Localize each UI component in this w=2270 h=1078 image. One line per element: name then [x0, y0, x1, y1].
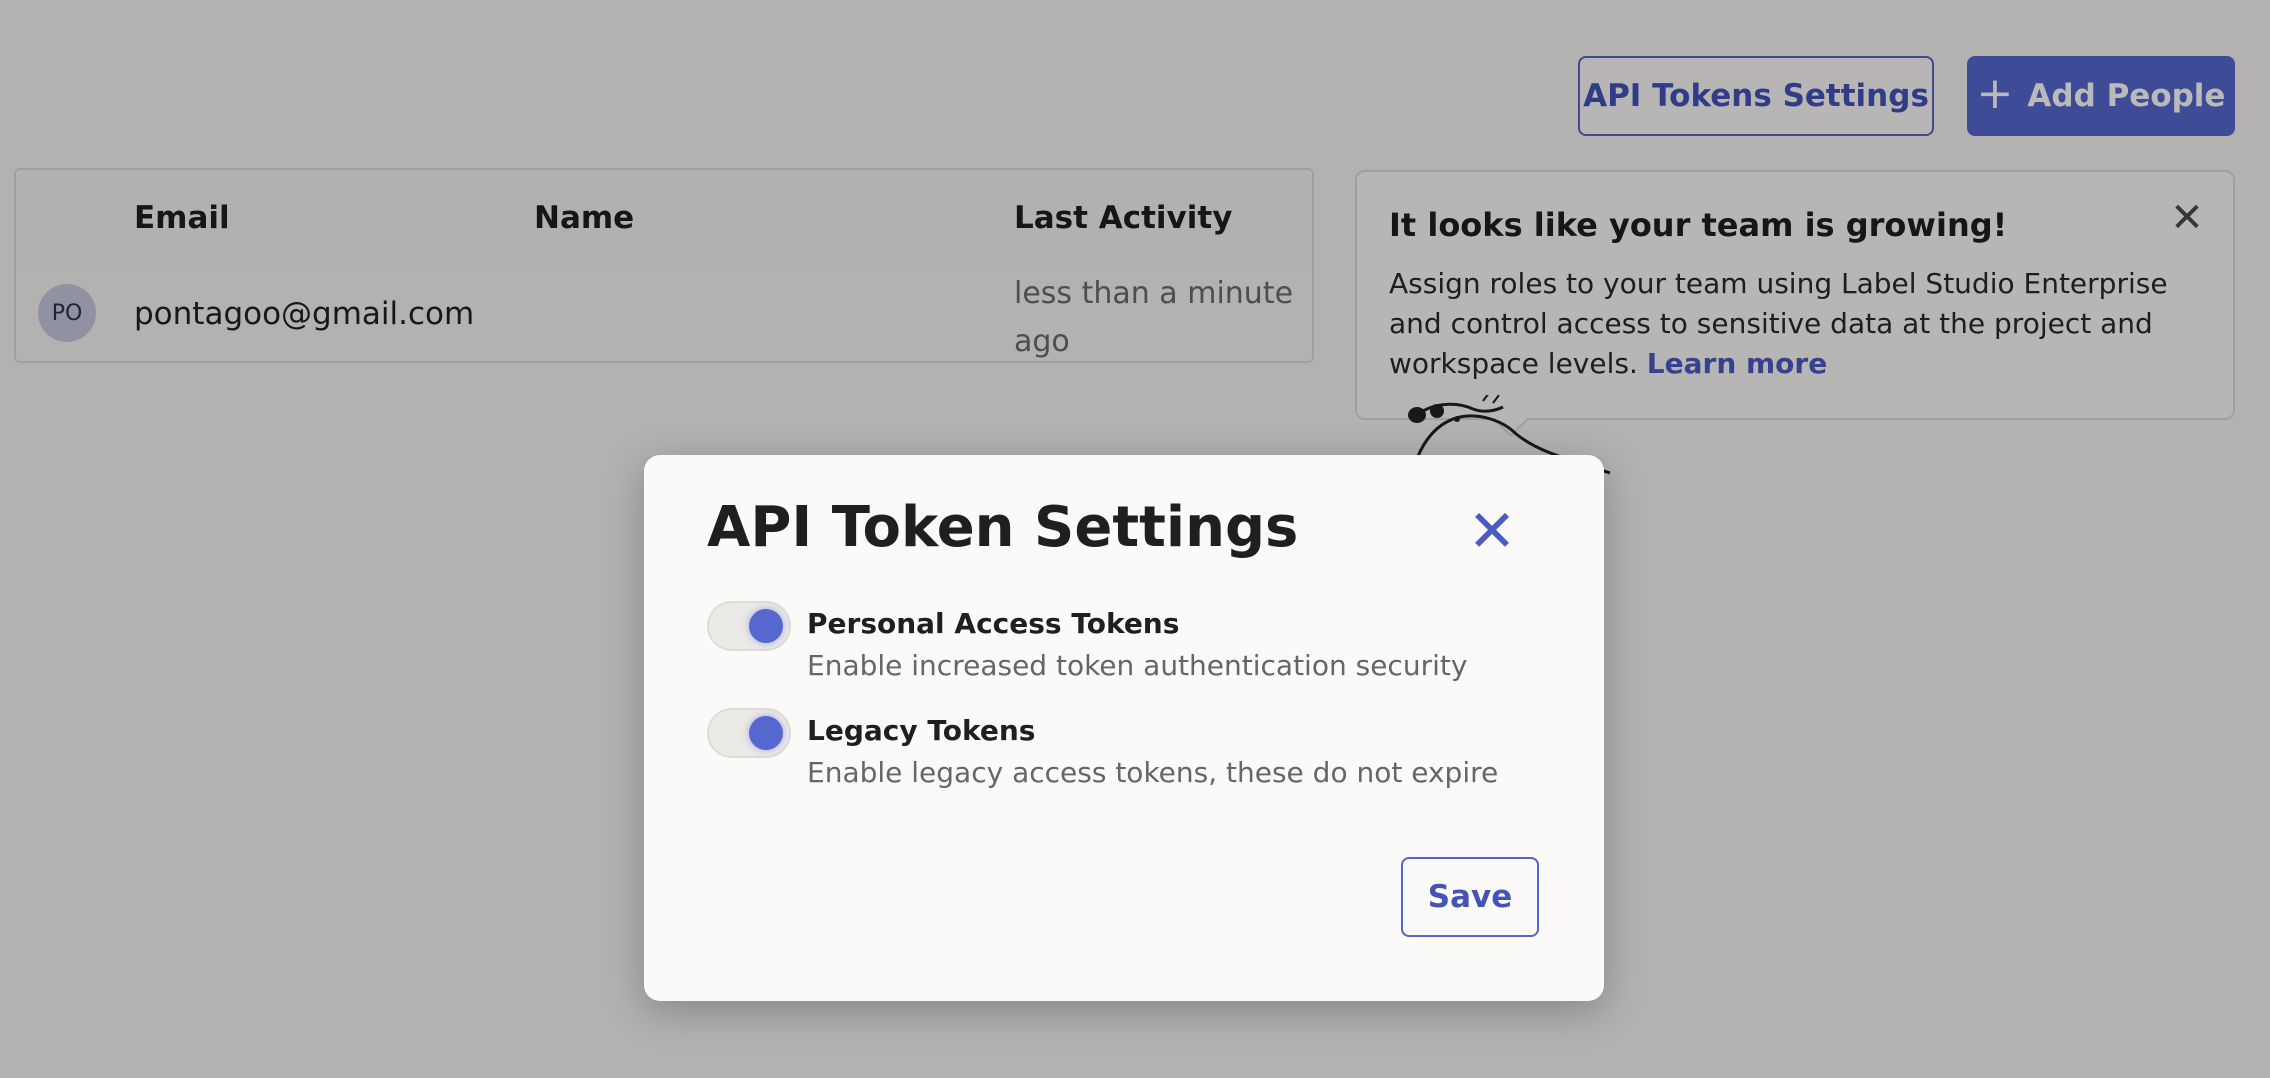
modal-title: API Token Settings: [707, 495, 1299, 560]
setting-personal-access-tokens: Personal Access Tokens Enable increased …: [707, 601, 1547, 691]
toggle-knob: [749, 716, 783, 750]
setting-label: Legacy Tokens: [807, 714, 1036, 747]
save-button[interactable]: Save: [1401, 857, 1539, 937]
organization-people-page: API Tokens Settings + Add People Email N…: [0, 0, 2270, 1078]
legacy-tokens-toggle[interactable]: [707, 708, 791, 758]
personal-access-tokens-toggle[interactable]: [707, 601, 791, 651]
api-token-settings-modal: API Token Settings ✕ Personal Access Tok…: [644, 455, 1604, 1001]
setting-description: Enable legacy access tokens, these do no…: [807, 756, 1499, 789]
close-icon[interactable]: ✕: [1464, 502, 1520, 560]
toggle-knob: [749, 609, 783, 643]
setting-label: Personal Access Tokens: [807, 607, 1180, 640]
setting-description: Enable increased token authentication se…: [807, 649, 1468, 682]
setting-legacy-tokens: Legacy Tokens Enable legacy access token…: [707, 708, 1547, 798]
